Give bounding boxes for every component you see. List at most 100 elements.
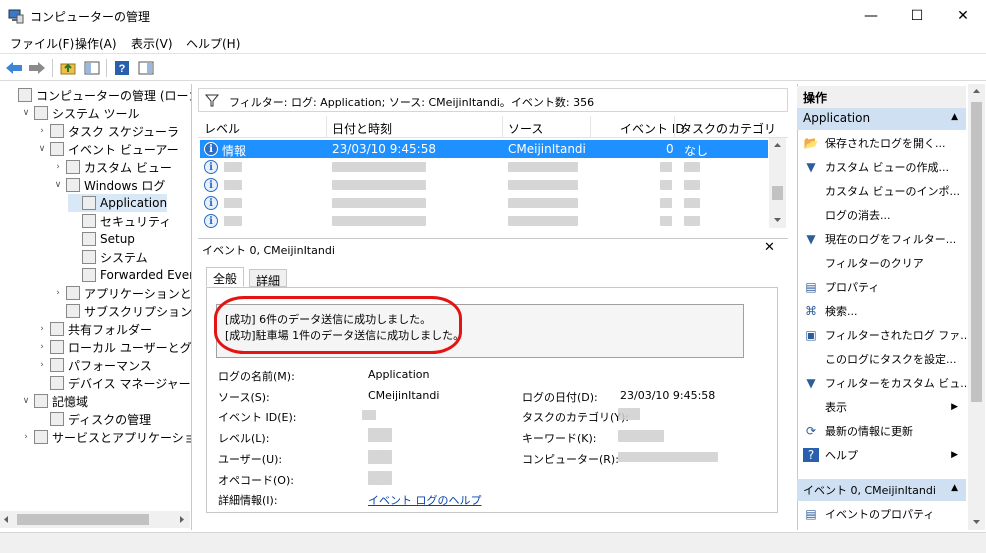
tree-node-label: システム [100,250,148,265]
action-item[interactable]: ⟳ 最新の情報に更新 [797,420,966,442]
menu-help[interactable]: ヘルプ(H) [186,35,240,52]
tree-apps-services[interactable]: › アプリケーションとサービ [52,284,191,302]
tree-shared-folders[interactable]: › 共有フォルダー [36,320,152,338]
menu-file[interactable]: ファイル(F) [10,35,74,52]
event-row-selected[interactable]: i 情報 23/03/10 9:45:58 CMeijinItandi 0 なし [200,140,768,158]
tree-local-users[interactable]: › ローカル ユーザーとグループ [36,338,192,356]
close-button[interactable]: ✕ [940,0,986,32]
show-hide-tree-icon[interactable] [82,58,102,78]
tree-forwarded-events[interactable]: Forwarded Event [68,266,191,284]
action-item[interactable]: ? ヘルプ ▶ [797,444,966,466]
grid-vertical-scrollbar[interactable] [769,138,786,228]
tree-event-viewer[interactable]: ∨ イベント ビューアー [36,140,179,158]
redacted-value [508,216,578,226]
collapse-icon[interactable]: ▲ [951,112,958,122]
action-item[interactable]: ▤ イベントのプロパティ [797,503,966,525]
filter-icon: ▼ [806,160,816,174]
expander-icon[interactable]: › [36,360,48,370]
tree-windows-logs[interactable]: ∨ Windows ログ [52,176,165,194]
tree-custom-views[interactable]: › カスタム ビュー [52,158,172,176]
event-row[interactable]: i [200,176,768,194]
forward-arrow-icon[interactable] [27,58,47,78]
expander-icon[interactable]: ∨ [36,144,48,154]
event-log-help-link[interactable]: イベント ログのヘルプ [368,492,482,508]
minimize-button[interactable]: — [848,0,894,32]
tree-disk-management[interactable]: ディスクの管理 [36,410,151,428]
tree-performance[interactable]: › パフォーマンス [36,356,152,374]
redacted-value [224,216,242,226]
event-row[interactable]: i [200,212,768,230]
action-item[interactable]: 表示 ▶ [797,396,966,418]
tree-device-manager[interactable]: デバイス マネージャー [36,374,191,392]
expander-icon[interactable]: ∨ [52,180,64,190]
action-label: 最新の情報に更新 [825,425,913,438]
action-item[interactable]: ▼ 現在のログをフィルター... [797,228,966,250]
info-icon: i [204,160,218,174]
expander-icon[interactable]: › [52,288,64,298]
redacted-value [362,410,376,420]
expander-icon[interactable]: › [36,126,48,136]
action-label: ログの消去... [825,209,891,222]
column-task-category[interactable]: タスクのカテゴリ [680,120,776,137]
label-user: ユーザー(U): [218,453,283,466]
redacted-value [332,162,426,172]
expander-icon[interactable]: › [20,432,32,442]
column-level[interactable]: レベル [204,120,240,137]
redacted-value [684,180,700,190]
redacted-value [332,216,426,226]
row-event-id: 0 [666,142,674,156]
tree-services-apps[interactable]: › サービスとアプリケーション [20,428,191,446]
action-item[interactable]: このログにタスクを設定... [797,348,966,370]
expander-icon[interactable]: ∨ [20,396,32,406]
action-item[interactable]: カスタム ビューのインポ... [797,180,966,202]
actions-section-application[interactable]: Application ▲ [797,108,966,130]
expander-icon[interactable]: › [36,342,48,352]
tree-storage[interactable]: ∨ 記憶域 [20,392,88,410]
toolbar: ? [0,53,986,81]
detail-close-icon[interactable]: ✕ [764,240,775,255]
expander-icon[interactable]: ∨ [20,108,32,118]
tree-system-tools[interactable]: ∨ システム ツール [20,104,139,122]
event-detail-title: イベント 0, CMeijinItandi [202,244,335,257]
tree-computer-management[interactable]: コンピューターの管理 (ローカル) [4,86,191,104]
tree-application[interactable]: Application [68,194,168,212]
action-item[interactable]: ▼ フィルターをカスタム ビュ... [797,372,970,394]
actions-section-event[interactable]: イベント 0, CMeijinItandi ▲ [797,479,966,501]
menu-view[interactable]: 表示(V) [131,35,173,52]
expander-icon[interactable]: › [36,324,48,334]
label-computer: コンピューター(R): [522,453,619,466]
tree-node-label: ローカル ユーザーとグループ [68,340,192,355]
help-icon[interactable]: ? [112,58,132,78]
tab-general[interactable]: 全般 [206,267,245,287]
refresh-icon: ⟳ [805,424,817,438]
tree-subscriptions[interactable]: サブスクリプション [52,302,191,320]
tree-horizontal-scrollbar[interactable] [0,511,190,528]
maximize-button[interactable]: ☐ [894,0,940,32]
row-source: CMeijinItandi [508,142,586,156]
up-folder-icon[interactable] [58,58,78,78]
tab-details[interactable]: 詳細 [249,269,288,288]
action-item[interactable]: フィルターのクリア [797,252,966,274]
expander-icon[interactable]: › [52,162,64,172]
tree-system[interactable]: システム [68,248,148,266]
actions-vertical-scrollbar[interactable] [968,84,985,530]
back-arrow-icon[interactable] [4,58,24,78]
tree-setup[interactable]: Setup [68,230,135,248]
show-hide-action-pane-icon[interactable] [136,58,156,78]
event-row[interactable]: i [200,194,768,212]
action-item[interactable]: ⌘ 検索... [797,300,966,322]
action-item[interactable]: 📂 保存されたログを開く... [797,132,966,154]
action-item[interactable]: ▼ カスタム ビューの作成... [797,156,966,178]
menu-action[interactable]: 操作(A) [75,35,117,52]
redacted-value [224,198,242,208]
event-row[interactable]: i [200,158,768,176]
action-item[interactable]: ▤ プロパティ [797,276,966,298]
action-item[interactable]: ▣ フィルターされたログ ファ... [797,324,970,346]
action-item[interactable]: ログの消去... [797,204,966,226]
column-source[interactable]: ソース [508,120,543,137]
tree-task-scheduler[interactable]: › タスク スケジューラ [36,122,179,140]
redacted-value [508,180,578,190]
column-datetime[interactable]: 日付と時刻 [332,120,392,137]
tree-security[interactable]: セキュリティ [68,212,171,230]
collapse-icon[interactable]: ▲ [951,483,958,493]
